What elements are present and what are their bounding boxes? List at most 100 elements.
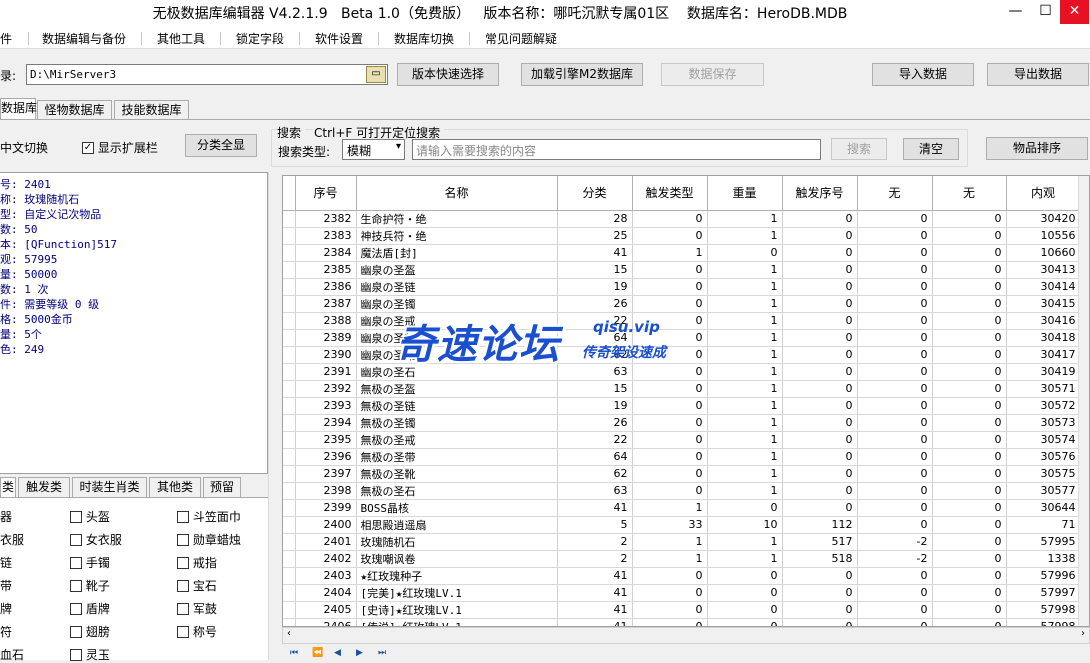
close-button[interactable]: ✕ [1060,0,1089,24]
tab-skill-db[interactable]: 技能数据库 [114,100,189,120]
row-indicator[interactable] [283,363,296,381]
search-input[interactable]: 请输入需要搜索的内容 [412,139,821,160]
table-cell[interactable]: 0 [782,329,858,347]
table-cell[interactable]: 2383 [295,227,357,245]
table-cell[interactable]: 2 [557,533,633,551]
table-cell[interactable]: 1 [707,448,783,466]
row-indicator[interactable] [283,431,296,449]
row-indicator[interactable] [283,618,296,626]
category-checkbox[interactable]: 宝石 [177,577,217,594]
lang-switch-label[interactable]: 中文切换 [0,139,48,156]
table-cell[interactable]: 2389 [295,329,357,347]
table-cell[interactable]: [完美]★红玫瑰LV.1 [356,584,558,602]
table-cell[interactable]: 0 [932,567,1007,585]
table-cell[interactable]: 0 [632,618,708,626]
table-cell[interactable]: 1 [707,397,783,415]
category-checkbox[interactable]: 靴子 [70,577,110,594]
table-cell[interactable]: 2387 [295,295,357,313]
table-cell[interactable]: 62 [557,465,633,483]
table-cell[interactable]: 2393 [295,397,357,415]
table-cell[interactable]: 0 [932,465,1007,483]
table-cell[interactable]: 0 [857,431,933,449]
table-cell[interactable]: 19 [557,278,633,296]
table-cell[interactable]: [史诗]★红玫瑰LV.1 [356,601,558,619]
table-cell[interactable]: -2 [857,550,933,568]
category-all-button[interactable]: 分类全显 [185,134,257,157]
table-cell[interactable]: 1 [707,261,783,279]
table-cell[interactable]: 1338 [1006,550,1081,568]
table-cell[interactable]: 0 [632,482,708,500]
table-cell[interactable]: 0 [857,567,933,585]
table-cell[interactable]: 0 [857,278,933,296]
category-checkbox[interactable]: 带 [0,577,12,594]
row-indicator[interactable] [283,516,296,534]
table-cell[interactable]: 0 [857,499,933,517]
table-cell[interactable]: 41 [557,618,633,626]
column-header[interactable]: 名称 [356,176,558,211]
table-cell[interactable]: -2 [857,533,933,551]
search-button[interactable]: 搜索 [831,138,887,160]
table-cell[interactable]: 0 [857,346,933,364]
table-cell[interactable]: 30415 [1006,295,1081,313]
table-cell[interactable]: 0 [932,448,1007,466]
show-ext-bar-checkbox[interactable]: ✓ 显示扩展栏 [82,139,158,156]
table-cell[interactable]: 1 [707,482,783,500]
table-cell[interactable]: 0 [857,448,933,466]
category-checkbox[interactable]: 血石 [0,646,24,663]
table-cell[interactable]: 神技兵符・绝 [356,227,558,245]
tab-category-trigger[interactable]: 触发类 [18,477,70,497]
table-cell[interactable]: 1 [707,465,783,483]
table-cell[interactable]: 33 [632,516,708,534]
category-checkbox[interactable]: 翅膀 [70,623,110,640]
row-indicator[interactable] [283,261,296,279]
menu-settings[interactable]: 软件设置 [315,30,363,47]
table-cell[interactable]: 0 [857,244,933,262]
table-cell[interactable]: 1 [707,278,783,296]
tab-category-equip[interactable]: 类 [0,477,16,499]
table-cell[interactable]: 30572 [1006,397,1081,415]
table-cell[interactable]: 2382 [295,210,357,228]
maximize-button[interactable]: ☐ [1031,0,1060,24]
table-cell[interactable]: 0 [782,210,858,228]
table-cell[interactable]: 2396 [295,448,357,466]
table-cell[interactable]: 41 [557,601,633,619]
table-cell[interactable]: 0 [782,414,858,432]
category-checkbox[interactable]: 牌 [0,600,12,617]
table-row[interactable]: 2396 無极の圣带 64 0 1 0 0 0 30576 [283,448,1081,466]
menu-data-edit-backup[interactable]: 数据编辑与备份 [42,30,126,47]
table-cell[interactable]: 0 [932,601,1007,619]
table-cell[interactable]: 64 [557,448,633,466]
table-cell[interactable]: 0 [632,414,708,432]
table-cell[interactable]: 1 [707,380,783,398]
table-cell[interactable]: 0 [707,618,783,626]
table-row[interactable]: 2401 玫瑰随机石 2 1 1 517 -2 0 57995 [283,533,1081,551]
row-indicator[interactable] [283,567,296,585]
minimize-button[interactable]: — [1001,0,1030,24]
table-cell[interactable]: 0 [632,448,708,466]
table-cell[interactable]: 10556 [1006,227,1081,245]
table-row[interactable]: 2395 無极の圣戒 22 0 1 0 0 0 30574 [283,431,1081,449]
table-cell[interactable]: ★红玫瑰种子 [356,567,558,585]
item-data-grid[interactable]: 序号 名称 分类 触发类型 重量 触发序号 无 无 内观 2382 生命护符・绝 2… [282,175,1090,627]
splitter-bar[interactable] [268,172,280,660]
category-checkbox[interactable]: 衣服 [0,531,24,548]
table-cell[interactable]: 0 [932,482,1007,500]
category-checkbox[interactable]: 戒指 [177,554,217,571]
table-cell[interactable]: 0 [932,346,1007,364]
table-cell[interactable]: 2400 [295,516,357,534]
table-cell[interactable]: 15 [557,380,633,398]
table-cell[interactable]: 0 [932,414,1007,432]
tab-category-other[interactable]: 其他类 [149,477,201,497]
column-header[interactable]: 触发序号 [782,176,858,211]
table-row[interactable]: 2403 ★红玫瑰种子 41 0 0 0 0 0 57996 [283,567,1081,585]
table-cell[interactable]: 57996 [1006,567,1081,585]
row-indicator[interactable] [283,210,296,228]
table-cell[interactable]: 1 [707,227,783,245]
table-cell[interactable]: 0 [632,397,708,415]
table-cell[interactable]: 0 [857,380,933,398]
row-indicator[interactable] [283,584,296,602]
table-cell[interactable]: 1 [632,550,708,568]
table-cell[interactable]: 0 [632,584,708,602]
table-cell[interactable]: 0 [782,499,858,517]
table-cell[interactable]: 41 [557,499,633,517]
